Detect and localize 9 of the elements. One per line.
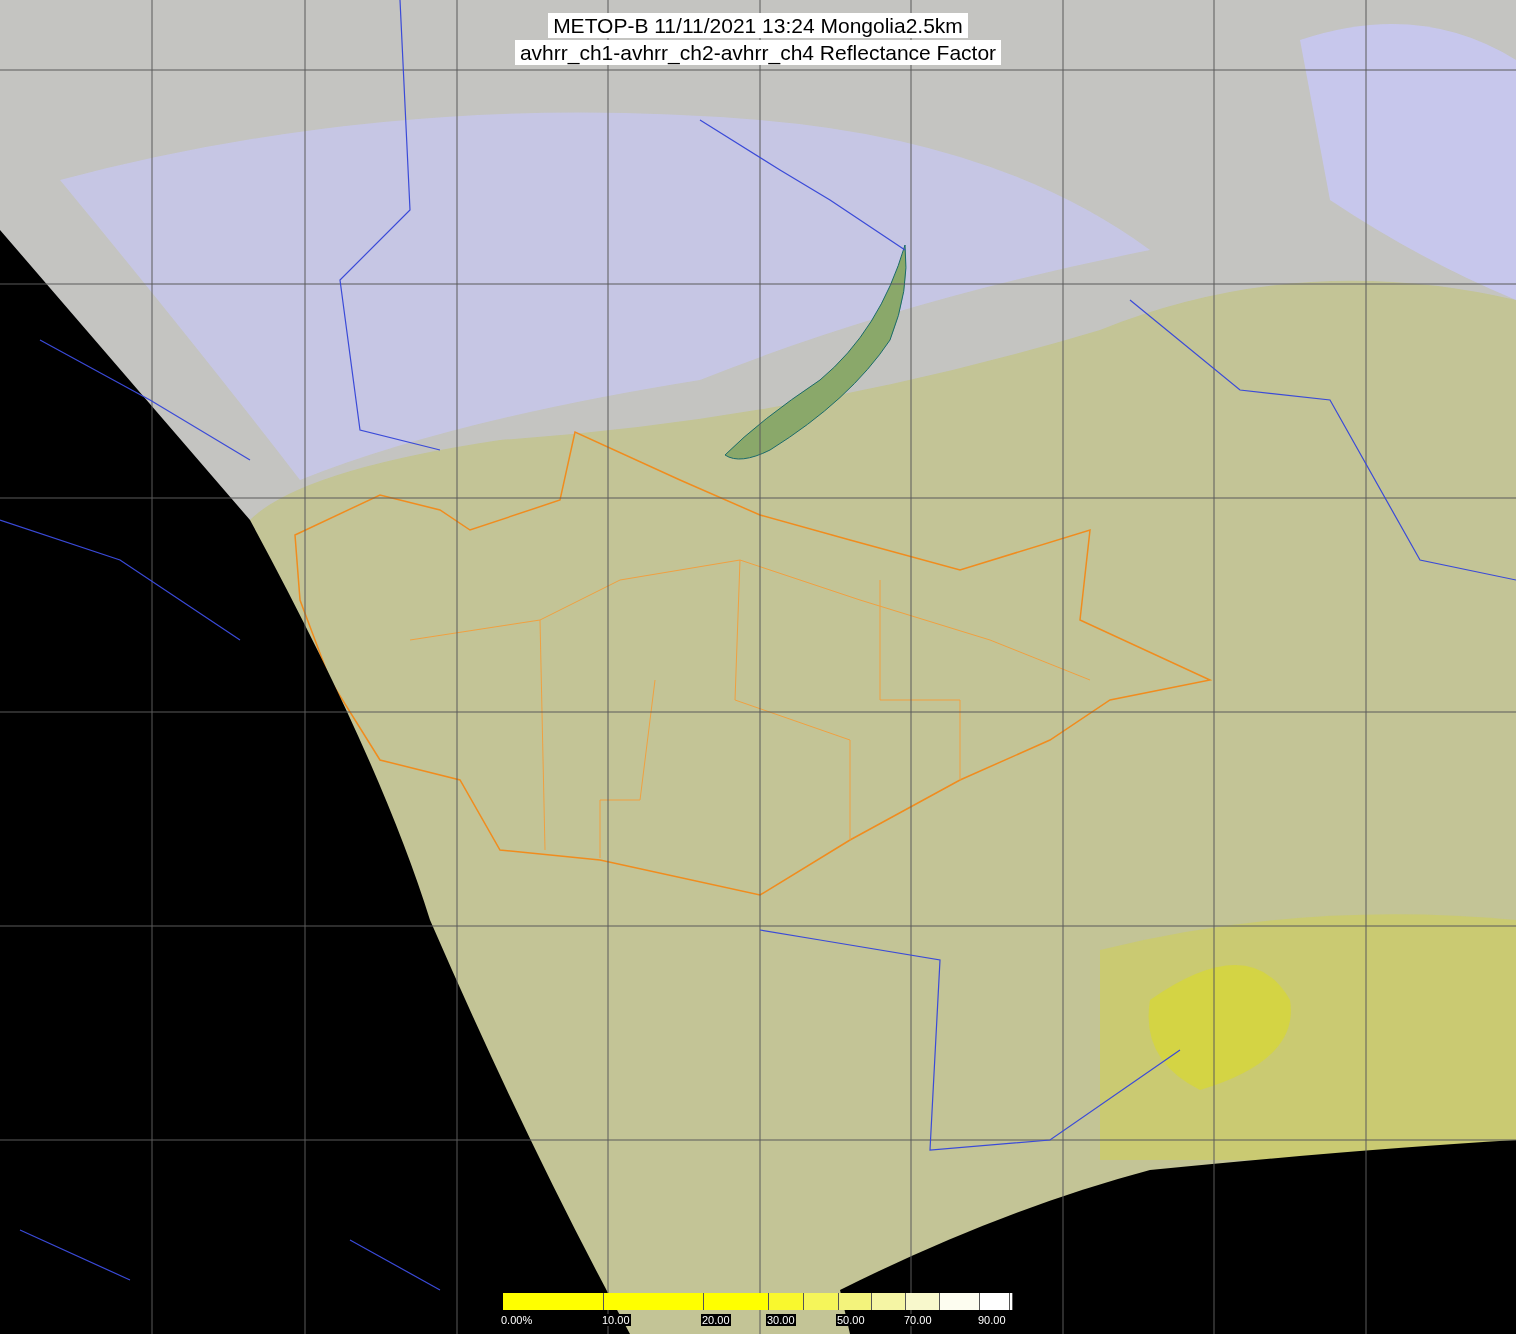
colorbar-label: 30.00 [766, 1314, 796, 1326]
map-title: METOP-B 11/11/2021 13:24 Mongolia2.5km [548, 13, 968, 38]
colorbar-label: 10.00 [601, 1314, 631, 1326]
colorbar-label: 20.00 [701, 1314, 731, 1326]
colorbar-label: 50.00 [836, 1314, 866, 1326]
map-title: avhrr_ch1-avhrr_ch2-avhrr_ch4 Reflectance Factor [514, 40, 1002, 65]
colorbar-label: 90.00 [977, 1314, 1007, 1326]
colorbar-label: 0.00% [500, 1314, 534, 1326]
colorbar-label: 70.00 [903, 1314, 933, 1326]
